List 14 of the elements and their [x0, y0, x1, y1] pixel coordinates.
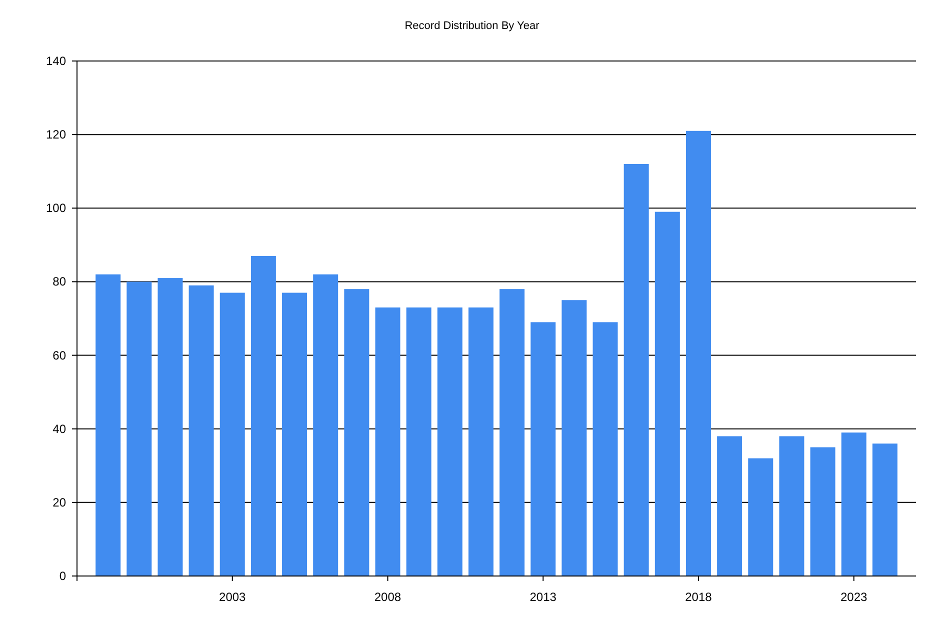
- tick-label: 80: [52, 274, 66, 289]
- tick-label: 2013: [530, 590, 556, 604]
- tick-label: 100: [46, 201, 66, 216]
- tick-label: 2008: [374, 590, 402, 604]
- tick-label: 140: [46, 54, 66, 68]
- tick-label: 60: [52, 348, 66, 362]
- tick-label: 40: [52, 422, 66, 436]
- tick-label: 2003: [219, 590, 246, 604]
- tick-label: 0: [59, 569, 66, 583]
- tick-label: 2023: [840, 590, 868, 604]
- chart-title: Record Distribution By Year: [404, 20, 540, 32]
- tick-label: 20: [52, 495, 66, 510]
- tick-label: 2018: [685, 590, 712, 604]
- tick-label: 120: [46, 128, 66, 142]
